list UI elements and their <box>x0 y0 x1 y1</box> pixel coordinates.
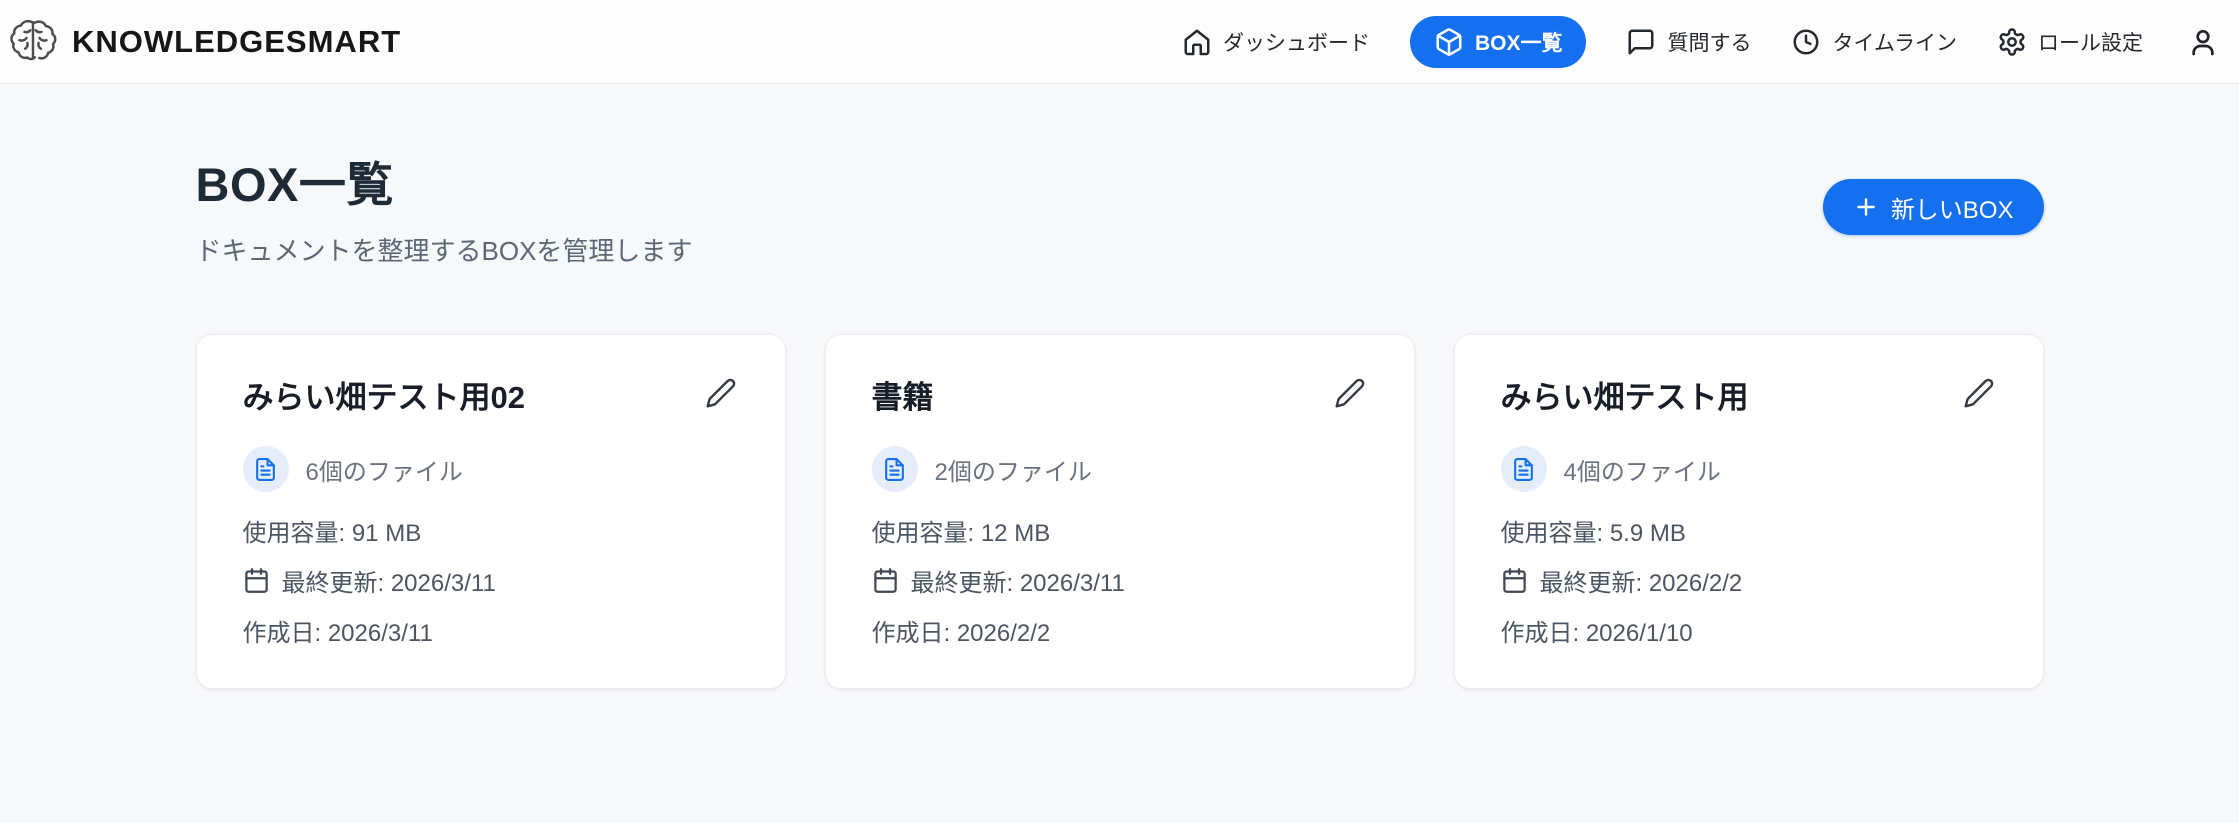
box-meta: 使用容量: 5.9 MB 最終更新: 2026/2/2 作成日: 2026/1/… <box>1501 513 1997 648</box>
file-badge <box>242 446 289 493</box>
pencil-icon <box>1334 378 1364 408</box>
box-card[interactable]: 書籍 2個のファイル 使用容量: 12 MB 最終更新: 2026/3/11 作… <box>824 334 1415 689</box>
box-title: 書籍 <box>871 380 934 415</box>
nav-item-role-settings[interactable]: ロール設定 <box>1997 27 2143 57</box>
nav-item-ask-question[interactable]: 質問する <box>1626 27 1751 57</box>
storage-label: 使用容量: 91 MB <box>242 520 422 547</box>
file-badge <box>1500 446 1547 493</box>
created-label: 作成日: 2026/1/10 <box>1500 620 1693 647</box>
box-title: みらい畑テスト用02 <box>242 380 525 415</box>
page-header: BOX一覧 ドキュメントを整理するBOXを管理します 新しいBOX <box>196 146 2044 268</box>
last-updated-label: 最終更新: 2026/3/11 <box>281 570 496 597</box>
nav-item-label: BOX一覧 <box>1474 31 1563 55</box>
last-updated-label: 最終更新: 2026/3/11 <box>910 570 1125 597</box>
file-count-row: 6個のファイル <box>242 446 739 493</box>
brand-logo[interactable]: KNOWLEDGESMART <box>6 15 401 69</box>
created-label: 作成日: 2026/3/11 <box>242 620 433 647</box>
file-count-row: 4個のファイル <box>1500 446 1997 493</box>
user-icon <box>2192 29 2214 55</box>
box-title: みらい畑テスト用 <box>1500 380 1749 415</box>
page-title: BOX一覧 <box>195 158 394 211</box>
calendar-icon <box>873 568 897 593</box>
nav-item-box-list[interactable]: BOX一覧 <box>1409 15 1587 68</box>
box-card-grid: みらい畑テスト用02 6個のファイル 使用容量: 91 MB 最終更新: 202… <box>195 334 2044 689</box>
file-badge <box>871 446 918 493</box>
new-box-button[interactable]: 新しいBOX <box>1822 179 2044 235</box>
box-icon <box>1436 27 1462 56</box>
nav-item-dashboard[interactable]: ダッシュボード <box>1182 27 1370 57</box>
edit-box-button[interactable] <box>703 375 739 411</box>
page-subtitle: ドキュメントを整理するBOXを管理します <box>195 236 693 266</box>
storage-label: 使用容量: 5.9 MB <box>1500 520 1686 547</box>
box-card[interactable]: みらい畑テスト用02 6個のファイル 使用容量: 91 MB 最終更新: 202… <box>195 334 786 689</box>
box-card[interactable]: みらい畑テスト用 4個のファイル 使用容量: 5.9 MB 最終更新: 2026… <box>1453 334 2044 689</box>
nav-item-label: タイムライン <box>1832 31 1957 55</box>
new-box-button-label: 新しいBOX <box>1890 196 2014 224</box>
box-meta: 使用容量: 12 MB 最終更新: 2026/3/11 作成日: 2026/2/… <box>872 513 1368 648</box>
file-count-label: 4個のファイル <box>1563 458 1721 486</box>
brand-name: KNOWLEDGESMART <box>72 23 402 59</box>
box-list-page: BOX一覧 ドキュメントを整理するBOXを管理します 新しいBOX みらい畑テス… <box>195 84 2044 689</box>
pencil-icon <box>1963 378 1993 408</box>
last-updated-label: 最終更新: 2026/2/2 <box>1539 570 1743 597</box>
file-count-label: 6個のファイル <box>305 458 463 486</box>
file-count-row: 2個のファイル <box>871 446 1368 493</box>
calendar-icon <box>1502 568 1526 593</box>
calendar-icon <box>244 568 268 593</box>
box-meta: 使用容量: 91 MB 最終更新: 2026/3/11 作成日: 2026/3/… <box>243 513 739 648</box>
user-menu-button[interactable] <box>2187 26 2219 58</box>
file-text-icon <box>256 457 275 481</box>
clock-icon <box>1793 29 1819 54</box>
edit-box-button[interactable] <box>1961 375 1997 411</box>
plus-icon <box>1857 198 1875 216</box>
nav-item-label: 質問する <box>1667 31 1752 55</box>
pencil-icon <box>705 378 735 408</box>
storage-label: 使用容量: 12 MB <box>871 520 1051 547</box>
top-navbar: KNOWLEDGESMART ダッシュボード BOX一覧 質問する タイムライン… <box>0 0 2239 84</box>
nav-links: ダッシュボード BOX一覧 質問する タイムライン ロール設定 <box>1182 15 2219 68</box>
nav-item-label: ロール設定 <box>2038 31 2143 55</box>
gear-icon <box>1999 27 2025 56</box>
nav-item-timeline[interactable]: タイムライン <box>1791 27 1957 57</box>
chat-icon <box>1628 29 1654 54</box>
nav-item-label: ダッシュボード <box>1222 31 1370 55</box>
file-text-icon <box>885 457 904 481</box>
file-text-icon <box>1514 457 1533 481</box>
file-count-label: 2個のファイル <box>934 458 1092 486</box>
home-icon <box>1184 29 1210 55</box>
edit-box-button[interactable] <box>1332 375 1368 411</box>
brain-logo-icon <box>10 19 57 60</box>
created-label: 作成日: 2026/2/2 <box>871 620 1051 647</box>
